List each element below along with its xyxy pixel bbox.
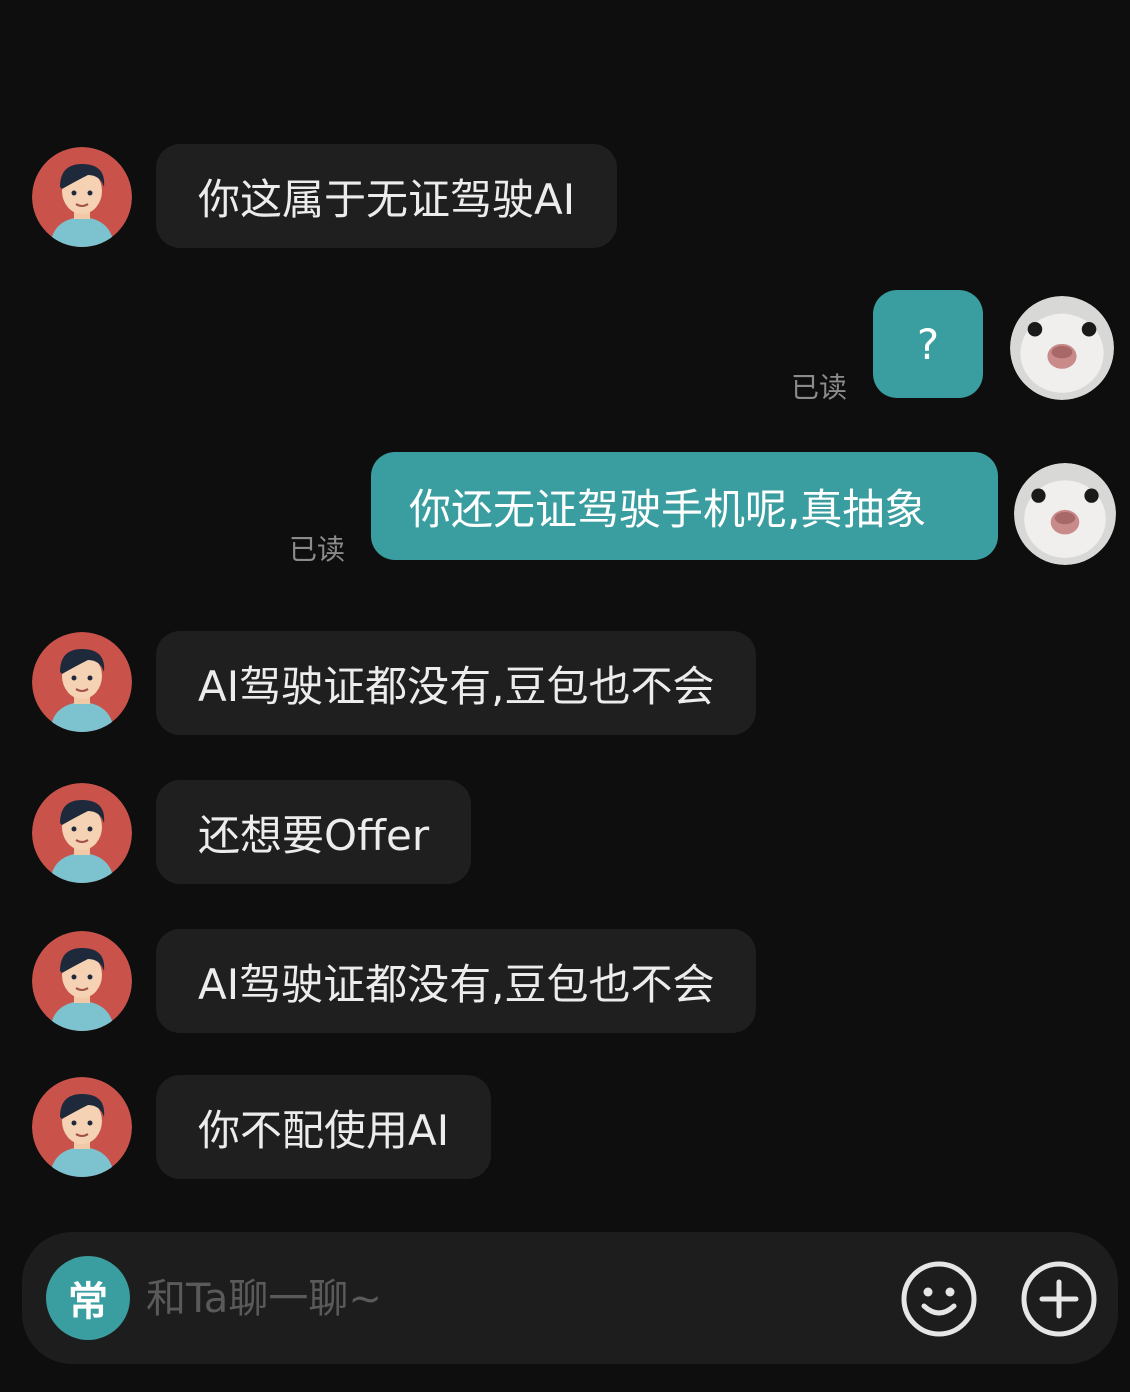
message-text: 你这属于无证驾驶AI (198, 174, 576, 224)
message-text: AI驾驶证都没有,豆包也不会 (198, 959, 715, 1009)
contact-avatar[interactable] (32, 783, 132, 883)
contact-avatar[interactable] (32, 1077, 132, 1177)
person-avatar-icon (32, 147, 132, 247)
message-text: AI驾驶证都没有,豆包也不会 (198, 661, 715, 711)
message-text: 你还无证驾驶手机呢,真抽象 (409, 484, 927, 534)
message-text: 还想要Offer (198, 810, 430, 860)
contact-avatar[interactable] (32, 931, 132, 1031)
my-avatar[interactable] (1010, 296, 1114, 400)
read-status: 已读 (289, 533, 346, 566)
cat-avatar-icon (1014, 463, 1116, 565)
contact-avatar[interactable] (32, 632, 132, 732)
message-composer: 常 (22, 1232, 1118, 1364)
mode-badge-button[interactable]: 常 (46, 1256, 130, 1340)
message-input[interactable] (144, 1262, 868, 1336)
read-status: 已读 (791, 371, 848, 404)
person-avatar-icon (32, 931, 132, 1031)
my-avatar[interactable] (1014, 463, 1116, 565)
emoji-button[interactable] (900, 1260, 978, 1338)
person-avatar-icon (32, 783, 132, 883)
add-attachment-button[interactable] (1020, 1260, 1098, 1338)
message-bubble[interactable]: AI驾驶证都没有,豆包也不会 (156, 929, 757, 1033)
contact-avatar[interactable] (32, 147, 132, 247)
message-bubble[interactable]: 还想要Offer (156, 780, 472, 884)
emoji-icon (901, 1261, 977, 1337)
person-avatar-icon (32, 1077, 132, 1177)
message-text: 你不配使用AI (198, 1105, 450, 1155)
message-bubble[interactable]: ? (873, 290, 983, 398)
message-bubble[interactable]: 你还无证驾驶手机呢,真抽象 (371, 452, 998, 560)
message-bubble[interactable]: 你这属于无证驾驶AI (156, 144, 618, 248)
message-bubble[interactable]: 你不配使用AI (156, 1075, 492, 1179)
person-avatar-icon (32, 632, 132, 732)
plus-icon (1021, 1261, 1097, 1337)
cat-avatar-icon (1010, 296, 1114, 400)
message-bubble[interactable]: AI驾驶证都没有,豆包也不会 (156, 631, 757, 735)
message-text: ? (916, 319, 940, 369)
